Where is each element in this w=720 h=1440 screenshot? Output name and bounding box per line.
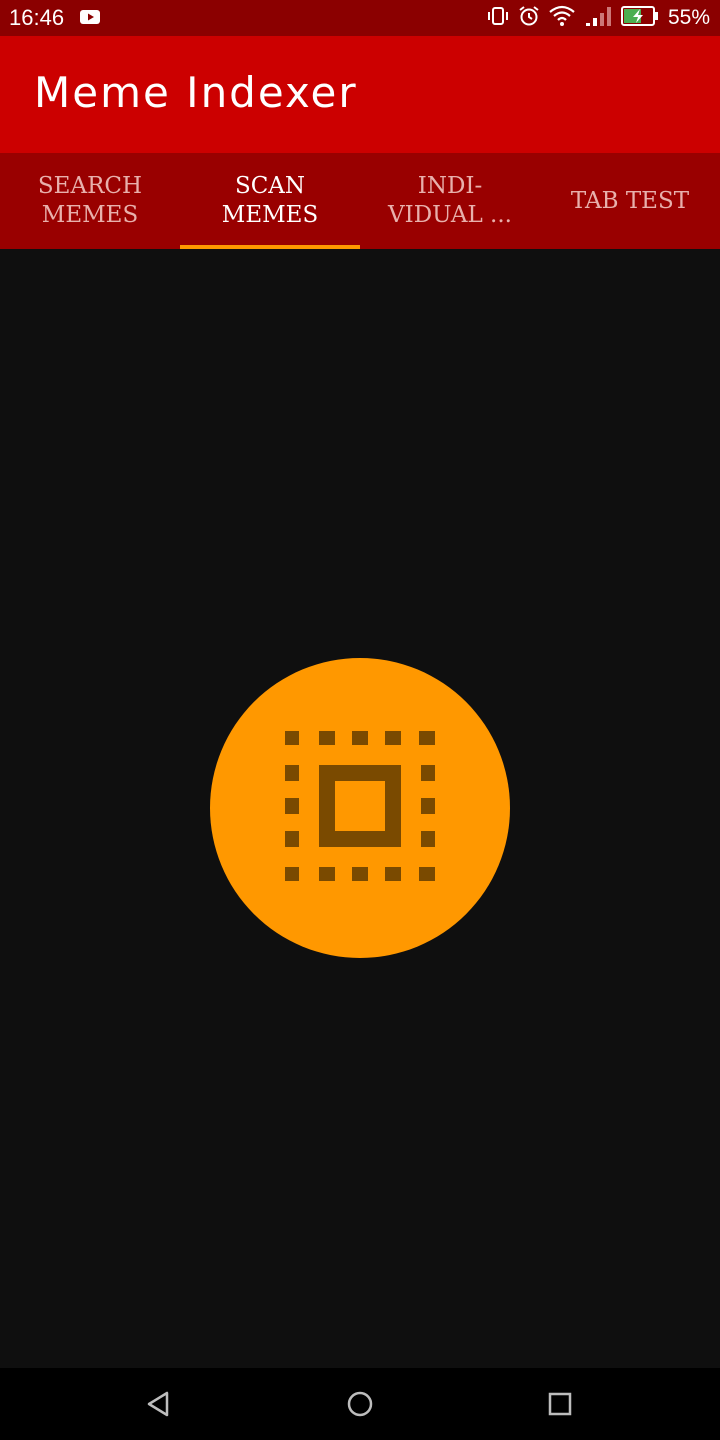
home-icon[interactable] [342,1386,378,1422]
tab-search-memes[interactable]: SEARCH MEMES [0,153,180,249]
tab-tab-test[interactable]: TAB TEST [540,153,720,249]
tab-scan-memes[interactable]: SCAN MEMES [180,153,360,249]
status-time: 16:46 [9,5,65,30]
status-bar: 16:46 55% [0,0,720,36]
alarm-icon [518,5,540,31]
youtube-icon [80,9,100,29]
back-icon[interactable] [140,1386,176,1422]
nav-bar [0,1368,720,1440]
vibrate-icon [487,5,509,31]
tab-label: SEARCH MEMES [37,173,143,228]
chip-icon [285,731,435,885]
tab-label: INDI- VIDUAL ... [388,173,512,228]
status-icons: 55% [487,4,710,32]
app-bar: Meme Indexer [0,36,720,153]
tab-label: TAB TEST [570,187,690,214]
app-title: Meme Indexer [34,68,358,117]
battery-percent: 55% [667,6,710,29]
scan-button[interactable] [210,658,510,958]
recents-icon[interactable] [542,1386,578,1422]
tab-individual[interactable]: INDI- VIDUAL ... [360,153,540,249]
tab-bar: SEARCH MEMES SCAN MEMES INDI- VIDUAL ...… [0,153,720,249]
tab-label: SCAN MEMES [221,173,319,228]
wifi-icon [549,5,575,31]
battery-charging-icon [620,5,659,31]
signal-icon [584,5,612,31]
